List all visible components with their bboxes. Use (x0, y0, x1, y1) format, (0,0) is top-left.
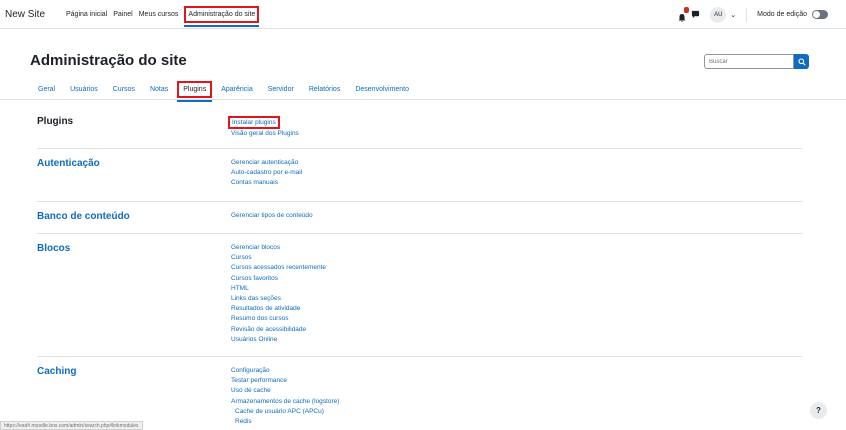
link-cache-usage[interactable]: Uso de cache (231, 386, 339, 396)
tab-plugins[interactable]: Plugins (177, 80, 213, 102)
link-block-courses[interactable]: Cursos (231, 253, 326, 263)
tab-aparencia[interactable]: Aparência (221, 86, 253, 93)
top-navbar: New Site Página inicial Painel Meus curs… (0, 0, 846, 29)
autenticacao-links: Gerenciar autenticação Auto-cadastro por… (231, 158, 302, 189)
section-title-banco-conteudo[interactable]: Banco de conteúdo (37, 211, 130, 222)
plugins-links: Instalar plugins Visão geral dos Plugins (228, 116, 299, 139)
section-divider (37, 356, 802, 357)
site-brand[interactable]: New Site (5, 9, 45, 20)
link-cache-config[interactable]: Configuração (231, 366, 339, 376)
section-blocos: Blocos Gerenciar blocos Cursos Cursos ac… (37, 243, 802, 345)
link-block-html[interactable]: HTML (231, 284, 326, 294)
link-manage-content-types[interactable]: Gerenciar tipos de conteúdo (231, 211, 313, 221)
messages-icon[interactable] (691, 6, 710, 24)
blocos-links: Gerenciar blocos Cursos Cursos acessados… (231, 243, 326, 345)
tabs-divider (0, 99, 846, 100)
section-divider (37, 233, 802, 234)
status-bar-url: https://ead#.moodle.box.com/admin/search… (0, 421, 143, 430)
search-icon (797, 57, 806, 66)
notifications-bell-icon[interactable] (677, 6, 690, 22)
section-plugins: Plugins Instalar plugins Visão geral dos… (37, 116, 802, 139)
section-divider (37, 201, 802, 202)
link-block-course-overview[interactable]: Resumo dos cursos (231, 314, 326, 324)
tab-geral[interactable]: Geral (38, 86, 55, 93)
link-cache-stores[interactable]: Armazenamentos de cache (logstore) (231, 397, 339, 407)
link-block-accessibility-review[interactable]: Revisão de acessibilidade (231, 325, 326, 335)
link-manage-auth[interactable]: Gerenciar autenticação (231, 158, 302, 168)
section-autenticacao: Autenticação Gerenciar autenticação Auto… (37, 158, 802, 190)
tab-usuarios[interactable]: Usuários (70, 86, 98, 93)
tab-desenvolvimento[interactable]: Desenvolvimento (355, 86, 409, 93)
tab-cursos[interactable]: Cursos (113, 86, 135, 93)
user-menu-area: AU ⌄ Modo de edição (677, 6, 828, 23)
link-block-activity-results[interactable]: Resultados de atividade (231, 304, 326, 314)
primary-navigation: Página inicial Painel Meus cursos Admini… (66, 0, 265, 29)
banco-links: Gerenciar tipos de conteúdo (231, 211, 313, 221)
admin-search (704, 54, 809, 69)
section-title-plugins: Plugins (37, 116, 74, 127)
link-email-signup[interactable]: Auto-cadastro por e-mail (231, 168, 302, 178)
section-title-caching[interactable]: Caching (37, 366, 76, 377)
help-button[interactable]: ? (810, 402, 827, 419)
tab-servidor[interactable]: Servidor (268, 86, 294, 93)
search-button[interactable] (794, 54, 809, 69)
chevron-down-icon[interactable]: ⌄ (730, 11, 736, 19)
section-title-blocos[interactable]: Blocos (37, 243, 70, 254)
admin-tabs: Geral Usuários Cursos Notas Plugins Apar… (30, 78, 424, 102)
user-avatar[interactable]: AU (710, 6, 727, 23)
link-cache-apcu[interactable]: Cache de usuário APC (APCu) (231, 407, 339, 417)
nav-dashboard[interactable]: Painel (113, 11, 132, 18)
section-banco-conteudo: Banco de conteúdo Gerenciar tipos de con… (37, 211, 802, 225)
section-caching: Caching Configuração Testar performance … (37, 366, 802, 428)
tab-relatorios[interactable]: Relatórios (309, 86, 341, 93)
link-cache-redis[interactable]: Redis (231, 417, 339, 427)
edit-mode-label: Modo de edição (757, 11, 807, 18)
link-block-recent-courses[interactable]: Cursos acessados recentemente (231, 263, 326, 273)
link-block-online-users[interactable]: Usuários Online (231, 335, 326, 345)
navbar-divider (746, 7, 748, 22)
link-install-plugins[interactable]: Instalar plugins (228, 116, 280, 129)
nav-my-courses[interactable]: Meus cursos (139, 11, 179, 18)
link-block-favourite-courses[interactable]: Cursos favoritos (231, 274, 326, 284)
search-input[interactable] (704, 54, 794, 69)
link-manage-blocks[interactable]: Gerenciar blocos (231, 243, 326, 253)
link-plugins-overview[interactable]: Visão geral dos Plugins (231, 129, 299, 139)
link-block-section-links[interactable]: Links das seções (231, 294, 326, 304)
link-cache-test-performance[interactable]: Testar performance (231, 376, 339, 386)
nav-site-admin[interactable]: Administração do site (184, 6, 260, 27)
section-divider (37, 148, 802, 149)
notification-badge (684, 6, 690, 13)
edit-mode-toggle[interactable] (812, 10, 828, 19)
caching-links: Configuração Testar performance Uso de c… (231, 366, 339, 427)
nav-home[interactable]: Página inicial (66, 11, 107, 18)
page-title: Administração do site (30, 52, 187, 69)
tab-notas[interactable]: Notas (150, 86, 168, 93)
section-title-autenticacao[interactable]: Autenticação (37, 158, 100, 169)
link-manual-accounts[interactable]: Contas manuais (231, 178, 302, 188)
